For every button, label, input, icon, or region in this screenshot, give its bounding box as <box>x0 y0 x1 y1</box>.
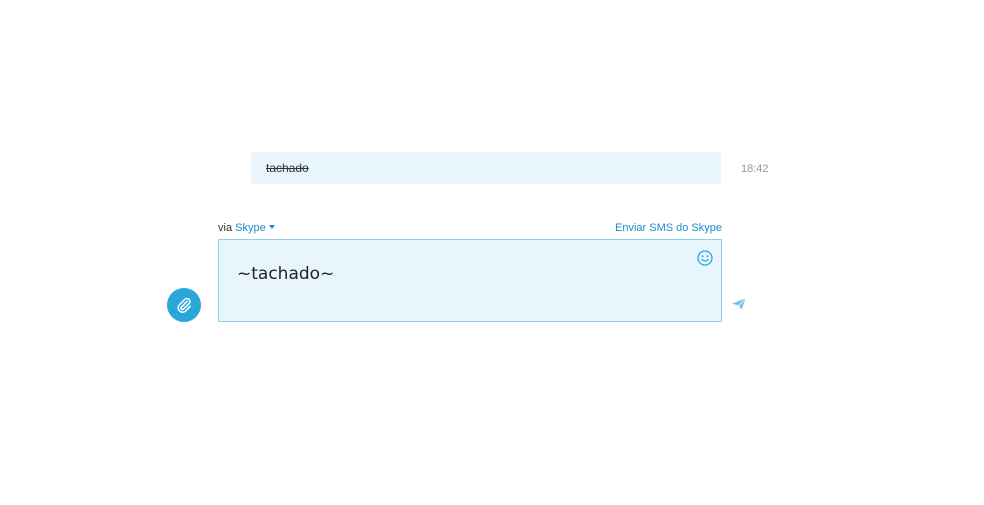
message-bubble: tachado <box>251 152 721 184</box>
via-service-label: Skype <box>235 222 266 234</box>
attach-button[interactable] <box>167 288 201 322</box>
chevron-down-icon <box>268 225 275 230</box>
compose-meta-bar: via Skype Enviar SMS do Skype <box>218 222 722 236</box>
message-timestamp: 18:42 <box>741 163 769 175</box>
send-icon <box>732 297 747 310</box>
message-input-text: ~tachado~ <box>237 264 335 284</box>
message-text: tachado <box>266 161 309 175</box>
via-service-dropdown[interactable]: Skype <box>235 222 275 234</box>
paperclip-icon <box>177 297 192 313</box>
smiley-icon[interactable] <box>697 250 713 266</box>
via-label: via <box>218 222 233 234</box>
message-input[interactable]: ~tachado~ <box>218 239 722 322</box>
send-button[interactable] <box>731 297 747 311</box>
chat-window: tachado 18:42 via Skype Enviar SMS do Sk… <box>0 0 984 505</box>
send-sms-link[interactable]: Enviar SMS do Skype <box>615 222 722 234</box>
